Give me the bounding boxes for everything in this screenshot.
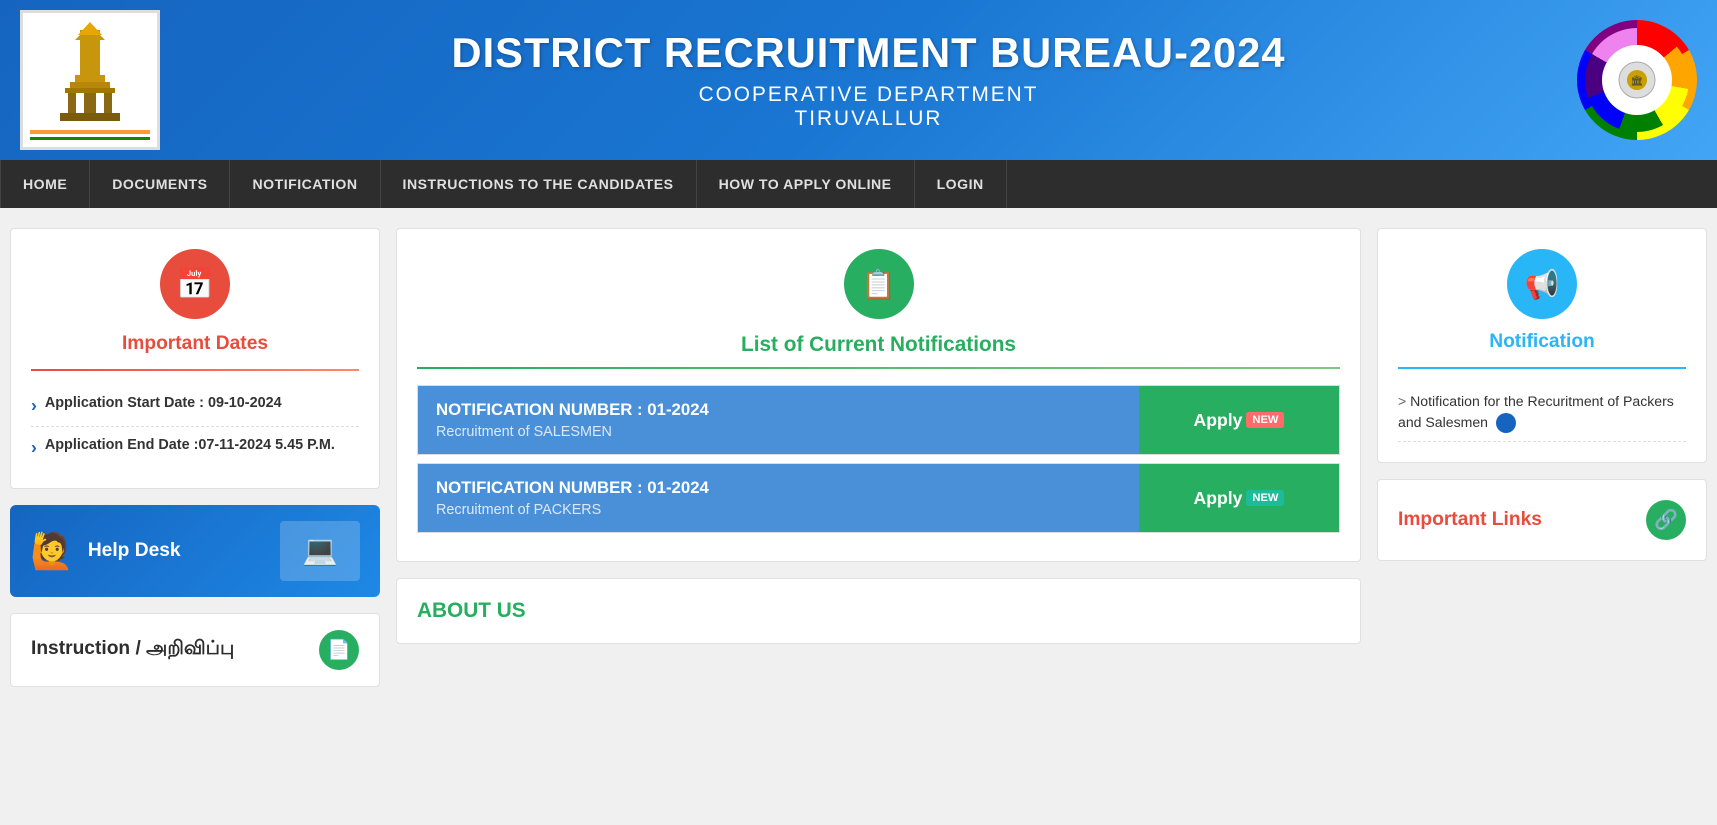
- notification-desc-salesmen: Recruitment of SALESMEN: [436, 424, 1121, 440]
- about-section: ABOUT US: [396, 578, 1361, 644]
- important-links-title: Important Links: [1398, 509, 1542, 531]
- nav-documents[interactable]: DOCUMENTS: [90, 160, 230, 208]
- notification-sidebar-item-1[interactable]: Notification for the Recuritment of Pack…: [1398, 383, 1686, 442]
- subtitle1: COOPERATIVE DEPARTMENT: [160, 83, 1577, 107]
- rainbow-circle-logo: 🏛: [1577, 20, 1697, 140]
- nav-how-to-apply[interactable]: HOW TO APPLY ONLINE: [697, 160, 915, 208]
- notifications-doc-icon: 📋: [844, 249, 914, 319]
- helpdesk-label: Help Desk: [88, 540, 181, 562]
- notifications-header: 📋 List of Current Notifications: [417, 249, 1340, 369]
- helpdesk-card[interactable]: 🙋 Help Desk 💻: [10, 505, 380, 597]
- instruction-doc-icon: 📄: [319, 630, 359, 670]
- notifications-divider: [417, 367, 1340, 369]
- apply-button-packers[interactable]: Apply NEW: [1139, 464, 1339, 532]
- instruction-card[interactable]: Instruction / அறிவிப்பு 📄: [10, 613, 380, 687]
- nav-instructions[interactable]: INSTRUCTIONS TO THE CANDIDATES: [381, 160, 697, 208]
- notification-row-packers: NOTIFICATION NUMBER : 01-2024 Recruitmen…: [417, 463, 1340, 533]
- date-item-start: › Application Start Date : 09-10-2024: [31, 385, 359, 427]
- important-links-header: Important Links 🔗: [1398, 500, 1686, 540]
- notification-number-packers: NOTIFICATION NUMBER : 01-2024: [436, 478, 1121, 498]
- about-title: ABOUT US: [417, 599, 1340, 623]
- notification-row-salesmen: NOTIFICATION NUMBER : 01-2024 Recruitmen…: [417, 385, 1340, 455]
- main-content: 📅 Important Dates › Application Start Da…: [0, 208, 1717, 707]
- date-item-end: › Application End Date :07-11-2024 5.45 …: [31, 427, 359, 468]
- nav-notification[interactable]: NOTIFICATION: [230, 160, 380, 208]
- state-emblem-logo: [20, 10, 160, 150]
- new-badge-salesmen: NEW: [1246, 412, 1284, 428]
- notification-info-salesmen: NOTIFICATION NUMBER : 01-2024 Recruitmen…: [418, 386, 1139, 454]
- sidebar-right: 📢 Notification Notification for the Recu…: [1377, 228, 1707, 561]
- arrow-icon-2: ›: [31, 437, 37, 458]
- arrow-icon: ›: [31, 395, 37, 416]
- dates-divider: [31, 369, 359, 371]
- notification-sidebar-card: 📢 Notification Notification for the Recu…: [1377, 228, 1707, 463]
- main-nav: HOME DOCUMENTS NOTIFICATION INSTRUCTIONS…: [0, 160, 1717, 208]
- important-links-icon: 🔗: [1646, 500, 1686, 540]
- apply-label-salesmen: Apply: [1194, 410, 1243, 431]
- start-date-text: Application Start Date : 09-10-2024: [45, 395, 282, 411]
- megaphone-icon: 📢: [1507, 249, 1577, 319]
- header-title-block: DISTRICT RECRUITMENT BUREAU-2024 COOPERA…: [160, 29, 1577, 131]
- new-badge-packers: NEW: [1246, 490, 1284, 506]
- notification-desc-packers: Recruitment of PACKERS: [436, 502, 1121, 518]
- calendar-icon: 📅: [160, 249, 230, 319]
- sidebar-left: 📅 Important Dates › Application Start Da…: [10, 228, 380, 687]
- center-panel: 📋 List of Current Notifications NOTIFICA…: [380, 228, 1377, 644]
- notification-sidebar-header: 📢 Notification: [1398, 249, 1686, 353]
- subtitle2: TIRUVALLUR: [160, 107, 1577, 131]
- helpdesk-tech-image: 💻: [280, 521, 360, 581]
- notification-number-salesmen: NOTIFICATION NUMBER : 01-2024: [436, 400, 1121, 420]
- important-links-card: Important Links 🔗: [1377, 479, 1707, 561]
- notifications-card: 📋 List of Current Notifications NOTIFICA…: [396, 228, 1361, 562]
- end-date-text: Application End Date :07-11-2024 5.45 P.…: [45, 437, 335, 453]
- notification-info-packers: NOTIFICATION NUMBER : 01-2024 Recruitmen…: [418, 464, 1139, 532]
- notification-sidebar-title: Notification: [1398, 331, 1686, 353]
- nav-home[interactable]: HOME: [0, 160, 90, 208]
- globe-icon: [1496, 413, 1516, 433]
- page-header: DISTRICT RECRUITMENT BUREAU-2024 COOPERA…: [0, 0, 1717, 160]
- apply-button-salesmen[interactable]: Apply NEW: [1139, 386, 1339, 454]
- svg-text:🏛: 🏛: [1631, 75, 1644, 87]
- instruction-title: Instruction / அறிவிப்பு: [31, 638, 234, 662]
- nav-login[interactable]: LOGIN: [915, 160, 1007, 208]
- important-dates-card: 📅 Important Dates › Application Start Da…: [10, 228, 380, 489]
- notification-item-text: Notification for the Recuritment of Pack…: [1398, 393, 1674, 430]
- important-dates-title: Important Dates: [31, 333, 359, 355]
- notification-sidebar-divider: [1398, 367, 1686, 369]
- apply-label-packers: Apply: [1194, 488, 1243, 509]
- main-title: DISTRICT RECRUITMENT BUREAU-2024: [160, 29, 1577, 77]
- helpdesk-person-icon: 🙋: [30, 530, 74, 572]
- notifications-title: List of Current Notifications: [417, 333, 1340, 357]
